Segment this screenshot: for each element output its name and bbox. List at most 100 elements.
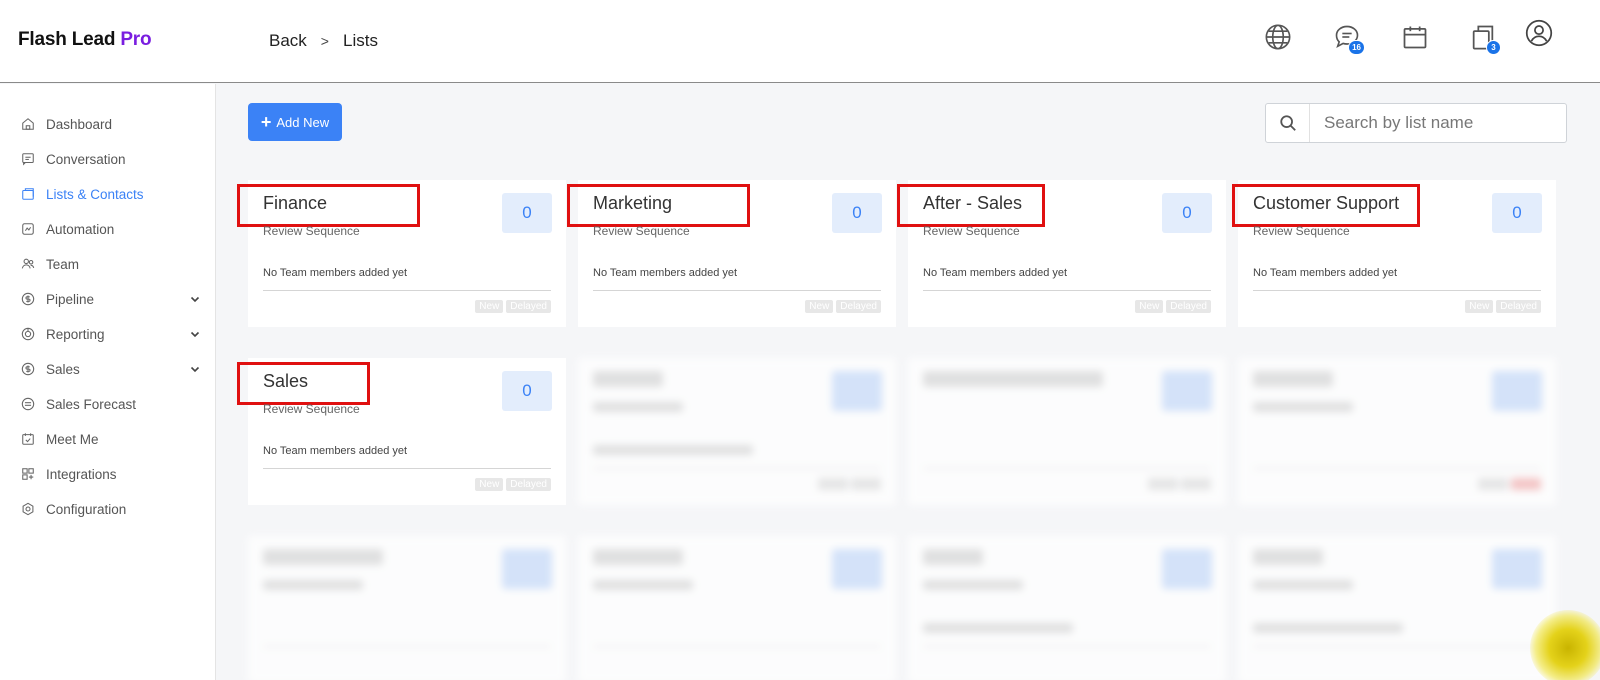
list-card-customer-support[interactable]: Customer Support 0 Review Sequence No Te… [1232,180,1556,327]
blurred-list-card [908,536,1226,680]
sidebar-item-reporting[interactable]: Reporting [21,323,201,345]
list-title[interactable]: Finance [263,193,327,214]
dollar-icon [21,292,35,306]
blurred-subtitle [263,580,363,590]
blurred-title [1253,371,1333,387]
status-tags: New Delayed [1465,300,1541,313]
blurred-count [502,549,552,589]
blurred-list-card [1238,536,1556,680]
blurred-list-card [578,358,896,505]
chat-badge: 16 [1348,40,1365,55]
blurred-count [1492,371,1542,411]
list-subtitle: Review Sequence [923,224,1020,238]
blurred-title [923,549,983,565]
brand-logo[interactable]: Flash Lead Pro [18,29,152,51]
list-card-sales[interactable]: Sales 0 Review Sequence No Team members … [237,358,566,505]
sidebar-item-label: Automation [46,221,115,237]
globe-button[interactable] [1263,22,1293,52]
blurred-subtitle [1253,580,1353,590]
blurred-count [1492,549,1542,589]
sidebar-item-label: Integrations [46,466,117,482]
chevron-down-icon[interactable] [189,293,201,305]
sidebar-item-label: Lists & Contacts [46,186,144,202]
sidebar-item-conversation[interactable]: Conversation [21,148,201,170]
calendar-check-icon [21,432,35,446]
team-icon [21,257,35,271]
blurred-count [832,371,882,411]
search-icon[interactable] [1266,104,1310,142]
sidebar-item-integrations[interactable]: Integrations [21,463,201,485]
list-subtitle: Review Sequence [263,224,360,238]
blurred-subtitle [593,402,683,412]
sidebar-item-configuration[interactable]: Configuration [21,498,201,520]
sidebar-item-sales[interactable]: Sales [21,358,201,380]
list-count: 0 [502,371,552,411]
sidebar-item-lists-contacts[interactable]: Lists & Contacts [21,183,201,205]
sidebar-item-meet-me[interactable]: Meet Me [21,428,201,450]
calendar-button[interactable] [1400,22,1430,52]
blurred-tags [818,478,881,490]
copy-badge: 3 [1486,40,1501,55]
list-note: No Team members added yet [923,267,1068,279]
sidebar-item-pipeline[interactable]: Pipeline [21,288,201,310]
sidebar-item-sales-forecast[interactable]: Sales Forecast [21,393,201,415]
list-card-marketing[interactable]: Marketing 0 Review Sequence No Team memb… [567,180,896,327]
sidebar-item-label: Configuration [46,501,127,517]
sidebar-item-label: Dashboard [46,116,113,132]
dollar-icon [21,362,35,376]
tag-new: New [1135,300,1164,313]
message-icon [21,152,35,166]
sidebar-item-dashboard[interactable]: Dashboard [21,113,201,135]
status-tags: New Delayed [1135,300,1211,313]
calendar-icon [1403,26,1427,49]
list-title[interactable]: Sales [263,371,308,392]
globe-icon [1265,24,1291,50]
blurred-note [593,445,753,455]
tag-delayed: Delayed [1166,300,1211,313]
blurred-list-card [908,358,1226,505]
list-subtitle: Review Sequence [593,224,690,238]
tag-new: New [805,300,834,313]
list-title[interactable]: Marketing [593,193,672,214]
divider [263,290,551,291]
divider [593,468,881,469]
list-subtitle: Review Sequence [1253,224,1350,238]
breadcrumb-back[interactable]: Back [269,31,307,51]
folder-icon [21,187,35,201]
sidebar-item-label: Pipeline [46,291,95,307]
list-title[interactable]: After - Sales [923,193,1022,214]
chat-button[interactable]: 16 [1332,22,1365,55]
tag-delayed: Delayed [506,300,551,313]
blurred-tags [1148,478,1211,490]
search-input[interactable] [1310,105,1566,141]
tag-new: New [475,478,504,491]
divider [923,468,1211,469]
profile-button[interactable] [1524,18,1554,48]
search-box [1265,103,1567,143]
blurred-title [1253,549,1323,565]
chevron-down-icon[interactable] [189,363,201,375]
sidebar-item-automation[interactable]: Automation [21,218,201,240]
sidebar-item-label: Reporting [46,326,105,342]
divider [1253,646,1541,647]
forecast-icon [21,397,35,411]
list-card-after-sales[interactable]: After - Sales 0 Review Sequence No Team … [897,180,1226,327]
list-count: 0 [1492,193,1542,233]
add-new-button[interactable]: + Add New [248,103,342,141]
breadcrumb-current: Lists [342,31,378,50]
gear-icon [21,502,35,516]
blurred-title [923,371,1103,387]
automation-icon [21,222,35,236]
brand-accent: Pro [120,29,152,50]
brand-name: Flash Lead [18,29,121,50]
user-icon [1525,19,1553,47]
blurred-tags [1478,478,1541,490]
list-note: No Team members added yet [263,267,408,279]
list-title[interactable]: Customer Support [1253,193,1399,214]
sidebar-item-team[interactable]: Team [21,253,201,275]
chevron-down-icon[interactable] [189,328,201,340]
copy-button[interactable]: 3 [1468,22,1501,55]
list-card-finance[interactable]: Finance 0 Review Sequence No Team member… [237,180,566,327]
divider [1253,290,1541,291]
divider [263,468,551,469]
